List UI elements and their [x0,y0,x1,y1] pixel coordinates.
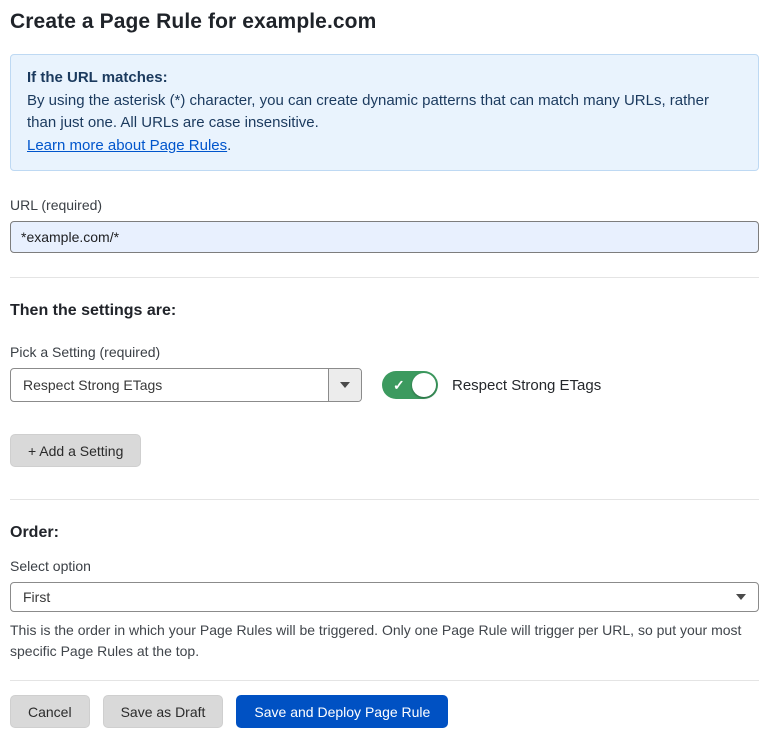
section-divider [10,277,759,278]
check-icon: ✓ [393,378,405,392]
add-setting-button[interactable]: + Add a Setting [10,434,141,467]
setting-select-value: Respect Strong ETags [11,377,162,393]
url-input[interactable] [10,221,759,253]
link-suffix: . [227,137,231,154]
page-title: Create a Page Rule for example.com [10,10,759,34]
info-box-heading: If the URL matches: [27,67,742,90]
toggle-knob [412,373,436,397]
order-select[interactable]: First [10,582,759,612]
settings-heading: Then the settings are: [10,302,759,320]
section-divider [10,499,759,500]
etags-toggle[interactable]: ✓ [382,371,438,399]
learn-more-link[interactable]: Learn more about Page Rules [27,137,227,154]
etags-toggle-label: Respect Strong ETags [452,377,601,394]
url-label: URL (required) [10,197,759,213]
info-box-text: By using the asterisk (*) character, you… [27,92,709,132]
order-help-text: This is the order in which your Page Rul… [10,620,759,662]
setting-picker-label: Pick a Setting (required) [10,344,759,360]
info-box-link-line: Learn more about Page Rules. [27,135,742,158]
save-deploy-button[interactable]: Save and Deploy Page Rule [236,695,448,728]
url-match-info-box: If the URL matches: By using the asteris… [10,54,759,171]
save-draft-button[interactable]: Save as Draft [103,695,224,728]
setting-select[interactable]: Respect Strong ETags [10,368,362,402]
order-heading: Order: [10,524,759,542]
action-bar: Cancel Save as Draft Save and Deploy Pag… [10,681,759,742]
page-rule-form: Create a Page Rule for example.com If th… [0,0,769,742]
info-box-body: By using the asterisk (*) character, you… [27,90,742,135]
order-select-value: First [11,589,50,605]
etags-toggle-group: ✓ Respect Strong ETags [382,371,601,399]
setting-select-button[interactable] [328,369,361,401]
setting-row: Respect Strong ETags ✓ Respect Strong ET… [10,368,759,402]
chevron-down-icon [736,594,746,600]
order-select-label: Select option [10,558,759,574]
chevron-down-icon [340,382,350,388]
cancel-button[interactable]: Cancel [10,695,90,728]
